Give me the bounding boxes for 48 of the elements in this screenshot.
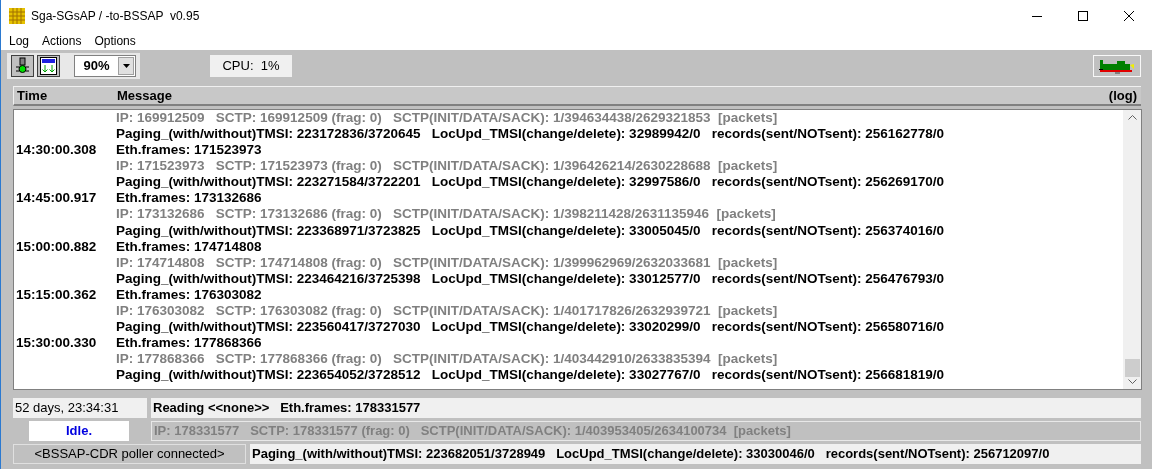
poller-status: <BSSAP-CDR poller connected>	[13, 444, 246, 464]
menu-item[interactable]: Actions	[42, 32, 82, 50]
scroll-up-icon[interactable]	[1127, 114, 1137, 120]
close-icon	[1124, 11, 1134, 21]
log-message: Paging_(with/without)TMSI: 223368971/3723825 LocUpd_TMSI(change/delete): 33005045/0 records(sent/NOTsent): 256374016/0	[116, 221, 945, 240]
time-cell-text: 14:30:00.308	[15, 141, 98, 160]
maximize-icon	[1078, 11, 1088, 21]
caret-icon	[122, 64, 130, 68]
log-message: Paging_(with/without)TMSI: 223464216/3725398 LocUpd_TMSI(change/delete): 33012577/0 records(sent/NOTsent): 256476793/0	[116, 270, 945, 288]
log-message: IP: 177868366 SCTP: 177868366 (frag: 0) SCTP(INIT/DATA/SACK): 1/403442910/2633835394 [packets]	[116, 350, 778, 369]
log-message: Paging_(with/without)TMSI: 223560417/3727030 LocUpd_TMSI(change/delete): 33020299/0 records(sent/NOTsent): 256580716/0	[116, 318, 945, 337]
menu-item[interactable]: Log	[9, 32, 30, 50]
time-cell-text: 14:45:00.917	[15, 189, 98, 208]
log-message: Eth.frames: 174714808	[116, 238, 262, 256]
zoom-dropdown[interactable]: 90%	[74, 55, 136, 77]
menu-item[interactable]: Options	[94, 32, 136, 50]
log-message: Eth.frames: 176303082	[116, 286, 262, 304]
log-message: IP: 176303082 SCTP: 176303082 (frag: 0) SCTP(INIT/DATA/SACK): 1/401717826/2632939721 [packets]	[116, 302, 778, 321]
auto-button[interactable]	[37, 55, 60, 77]
cpu-indicator: CPU: 1%	[210, 55, 292, 77]
log-message: IP: 174714808 SCTP: 174714808 (frag: 0) SCTP(INIT/DATA/SACK): 1/399962969/2632033681 [packets]	[116, 253, 778, 272]
log-message: Eth.frames: 177868366	[116, 334, 262, 353]
uptime-field: 52 days, 23:34:31	[13, 398, 147, 418]
state-field: Idle.	[29, 421, 129, 441]
log-message: IP: 171523973 SCTP: 171523973 (frag: 0) SCTP(INIT/DATA/SACK): 1/396426214/2630228688 [packets]	[116, 157, 778, 176]
locomotive-icon	[1098, 58, 1136, 74]
train-button[interactable]	[1093, 55, 1141, 77]
log-message: IP: 169912509 SCTP: 169912509 (frag: 0) SCTP(INIT/DATA/SACK): 1/394634438/2629321853 [packets]	[116, 108, 778, 127]
scrollbar[interactable]	[1123, 110, 1141, 389]
scroll-thumb[interactable]	[1124, 359, 1140, 377]
scroll-down-icon[interactable]	[1127, 379, 1137, 385]
log-message: Paging_(with/without)TMSI: 223654052/3728512 LocUpd_TMSI(change/delete): 33027767/0 records(sent/NOTsent): 256681819/0	[116, 366, 945, 385]
log-message: Eth.frames: 171523973	[116, 141, 262, 160]
app-icon	[9, 8, 25, 24]
time-cell-text: 15:00:00.882	[15, 237, 98, 256]
log-message: Eth.frames: 173132686	[116, 189, 262, 208]
down-arrows-icon	[40, 57, 57, 75]
log-message: Paging_(with/without)TMSI: 223271584/3722201 LocUpd_TMSI(change/delete): 32997586/0 records(sent/NOTsent): 256269170/0	[116, 173, 945, 192]
column-header[interactable]: Message	[117, 85, 1109, 106]
zoom-value: 90%	[82, 57, 111, 76]
traffic-light-button[interactable]	[11, 55, 34, 77]
log-message: Paging_(with/without)TMSI: 223172836/3720645 LocUpd_TMSI(change/delete): 32989942/0 records(sent/NOTsent): 256162778/0	[116, 125, 945, 143]
log-message: IP: 173132686 SCTP: 173132686 (frag: 0) SCTP(INIT/DATA/SACK): 1/398211428/2631135946 [packets]	[116, 205, 776, 224]
column-header[interactable]: Time	[14, 85, 117, 106]
time-cell-text: 15:15:00.362	[15, 285, 98, 304]
column-header[interactable]: (log)	[1108, 85, 1141, 106]
time-cell-text: 15:30:00.330	[15, 334, 98, 353]
window-title: Sga-SGsAP / -to-BSSAP v0.95	[31, 8, 200, 25]
